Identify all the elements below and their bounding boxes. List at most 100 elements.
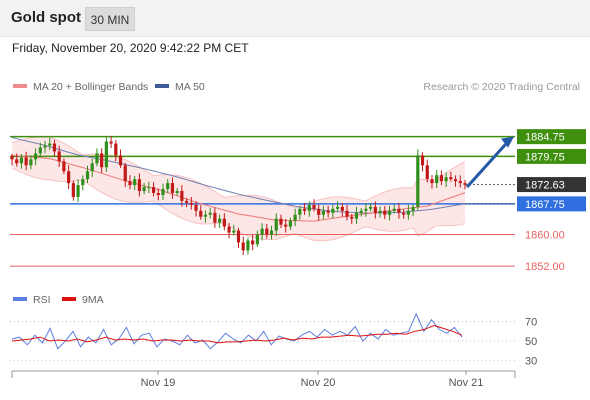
rsi-tick-label: 50 [525, 336, 537, 348]
candle-body [340, 206, 344, 211]
rsi-legend: RSI 9MA [13, 294, 104, 306]
bollinger-bands [11, 136, 466, 242]
candle-body [453, 179, 458, 182]
candle-body [137, 179, 142, 192]
candle-body [189, 202, 193, 205]
candle-body [208, 212, 212, 215]
candle-body [24, 157, 28, 166]
candle-body [411, 206, 415, 211]
candle-body [104, 141, 108, 168]
candle-body [449, 177, 453, 180]
candle-body [67, 171, 71, 184]
rsi-tick-label: 70 [525, 317, 537, 329]
level-label-1867.75: 1867.75 [525, 199, 565, 211]
candle-body [312, 204, 316, 209]
legend-swatch-ma50 [155, 84, 169, 88]
candle-body [373, 206, 377, 213]
level-label-1852.00: 1852.00 [525, 261, 565, 273]
candle-body [246, 240, 250, 251]
candle-body [170, 183, 175, 193]
candle-body [279, 218, 283, 225]
candle-body [331, 208, 335, 213]
candle-body [435, 175, 439, 184]
candle-body [241, 242, 245, 251]
candle-body [156, 193, 160, 195]
candle-body [284, 224, 288, 227]
x-tick-label: Nov 21 [449, 377, 484, 389]
candle-body [100, 153, 104, 168]
level-label-1860.00: 1860.00 [525, 230, 565, 242]
rsi-panel: 70 50 30 [10, 312, 537, 367]
candle-body [57, 151, 61, 162]
candle-body [293, 214, 297, 221]
candle-body [123, 165, 127, 182]
candle-body [29, 159, 33, 166]
candle-body [128, 181, 132, 186]
candle-body [369, 206, 373, 209]
candle-body [161, 189, 165, 195]
candle-body [142, 187, 146, 192]
candle-body [15, 159, 19, 164]
candle-body [406, 210, 410, 215]
candle-body [227, 226, 231, 233]
candle-body [199, 210, 203, 217]
candle-body [71, 183, 75, 197]
candle-body [321, 210, 326, 215]
candle-body [416, 155, 420, 207]
candle-body [151, 187, 156, 193]
candle-body [33, 153, 38, 160]
candle-body [326, 210, 330, 213]
candle-body [288, 220, 293, 227]
chart-canvas: MA 20 + Bollinger Bands MA 50 Research ©… [10, 81, 586, 389]
candle-body [350, 216, 354, 219]
legend-label-9ma: 9MA [82, 294, 104, 306]
candle-body [425, 165, 429, 180]
candle-body [81, 179, 85, 186]
candle-body [378, 210, 382, 213]
candle-body [166, 183, 170, 190]
x-axis: Nov 19 Nov 20 Nov 21 [11, 370, 516, 389]
candle-body [265, 228, 269, 235]
candle-body [354, 212, 359, 219]
candle-body [251, 240, 255, 245]
candle-body [180, 191, 184, 201]
legend-label-ma50: MA 50 [175, 81, 205, 93]
candle-body [76, 185, 80, 197]
candle-body [194, 204, 198, 211]
candle-body [463, 183, 467, 185]
candle-body [364, 208, 368, 211]
credit-text: Research © 2020 Trading Central [423, 81, 580, 93]
candle-body [222, 218, 226, 227]
candle-body [402, 212, 406, 215]
candle-body [274, 218, 278, 231]
candle-body [114, 143, 118, 156]
candle-body [19, 157, 24, 164]
rsi-line [11, 312, 463, 350]
candle-body [232, 230, 236, 233]
candle-body [260, 228, 264, 235]
legend-swatch-ma20 [13, 84, 27, 88]
candle-body [335, 206, 340, 209]
candle-body [420, 155, 425, 166]
candle-body [255, 234, 259, 245]
candle-body [62, 161, 66, 172]
legend-label-rsi: RSI [33, 294, 51, 306]
candle-body [203, 214, 208, 217]
x-tick-label: Nov 20 [301, 377, 336, 389]
candle-body [147, 187, 151, 189]
level-labels: 1884.75 1879.75 1872.63 1867.75 1860.00 1852.… [517, 129, 586, 273]
candle-body [430, 179, 434, 184]
candle-body [90, 163, 94, 172]
legend-swatch-rsi [13, 297, 27, 301]
candle-body [439, 175, 444, 182]
x-tick-label: Nov 19 [141, 377, 176, 389]
candle-body [444, 177, 448, 182]
candle-body [387, 210, 392, 215]
level-label-1872.63: 1872.63 [525, 180, 565, 192]
rsi-tick-label: 30 [525, 355, 537, 367]
candle-body [317, 208, 321, 215]
candle-body [133, 179, 137, 186]
candle-body [298, 208, 302, 215]
candle-body [392, 208, 396, 211]
candle-body [184, 200, 189, 203]
